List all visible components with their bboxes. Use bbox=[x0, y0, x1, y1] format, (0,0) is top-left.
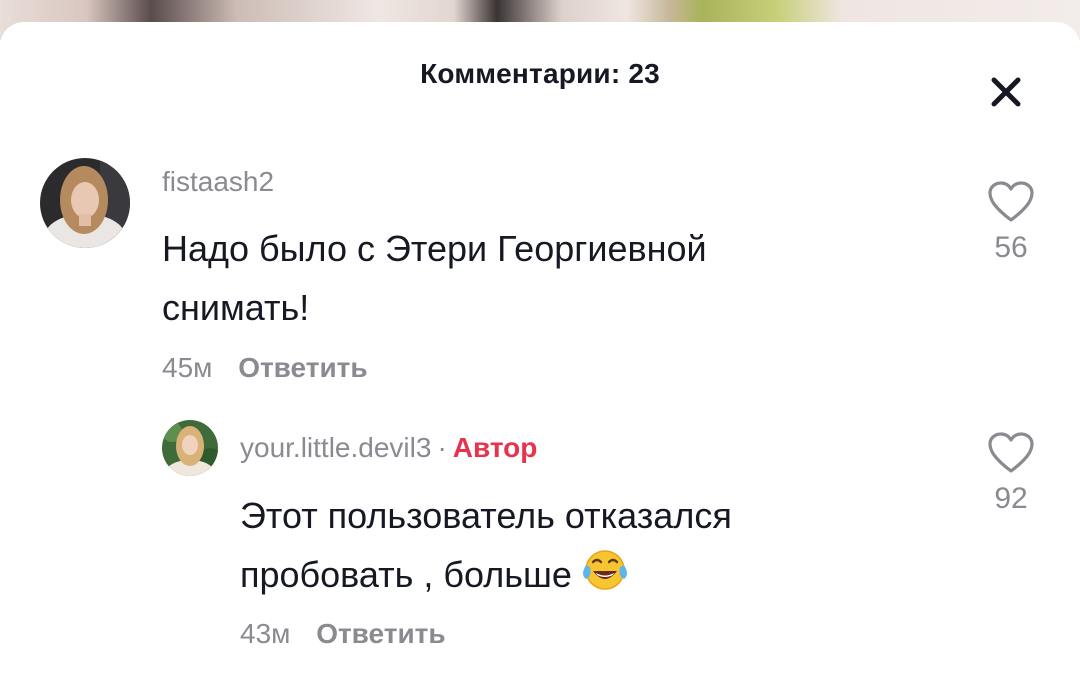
comment-time: 45м bbox=[162, 352, 213, 383]
reply-meta: 43м Ответить bbox=[240, 618, 446, 650]
comments-title: Комментарии: 23 bbox=[420, 58, 660, 89]
reply-button[interactable]: Ответить bbox=[238, 352, 367, 383]
avatar[interactable] bbox=[40, 158, 130, 248]
heart-outline-icon bbox=[988, 432, 1034, 473]
reply-text: Этот пользователь отказался пробовать , … bbox=[240, 486, 820, 610]
comments-screen: Комментарии: 23 fistaash2 Надо было с Эт… bbox=[0, 0, 1080, 679]
author-badge: Автор bbox=[452, 432, 538, 463]
reply-username[interactable]: your.little.devil3 bbox=[240, 432, 431, 463]
reply-time: 43м bbox=[240, 618, 291, 649]
face-with-tears-of-joy-emoji bbox=[582, 547, 628, 610]
comment-text: Надо было с Этери Георгиевной снимать! bbox=[162, 228, 707, 328]
reply-text-content: Этот пользователь отказался пробовать , … bbox=[240, 495, 732, 595]
reply-button[interactable]: Ответить bbox=[316, 618, 445, 649]
separator-dot: · bbox=[437, 432, 447, 463]
heart-outline-icon bbox=[988, 181, 1034, 222]
avatar[interactable] bbox=[162, 420, 218, 476]
comment-meta: 45м Ответить bbox=[162, 352, 368, 384]
like-count: 92 bbox=[994, 482, 1028, 515]
comment-username[interactable]: fistaash2 bbox=[162, 166, 274, 198]
like-count: 56 bbox=[994, 231, 1028, 264]
close-icon bbox=[991, 77, 1021, 107]
like-button[interactable]: 92 bbox=[981, 431, 1041, 516]
reply-header: your.little.devil3 · Автор bbox=[240, 432, 537, 464]
like-button[interactable]: 56 bbox=[981, 180, 1041, 265]
close-button[interactable] bbox=[984, 70, 1028, 114]
